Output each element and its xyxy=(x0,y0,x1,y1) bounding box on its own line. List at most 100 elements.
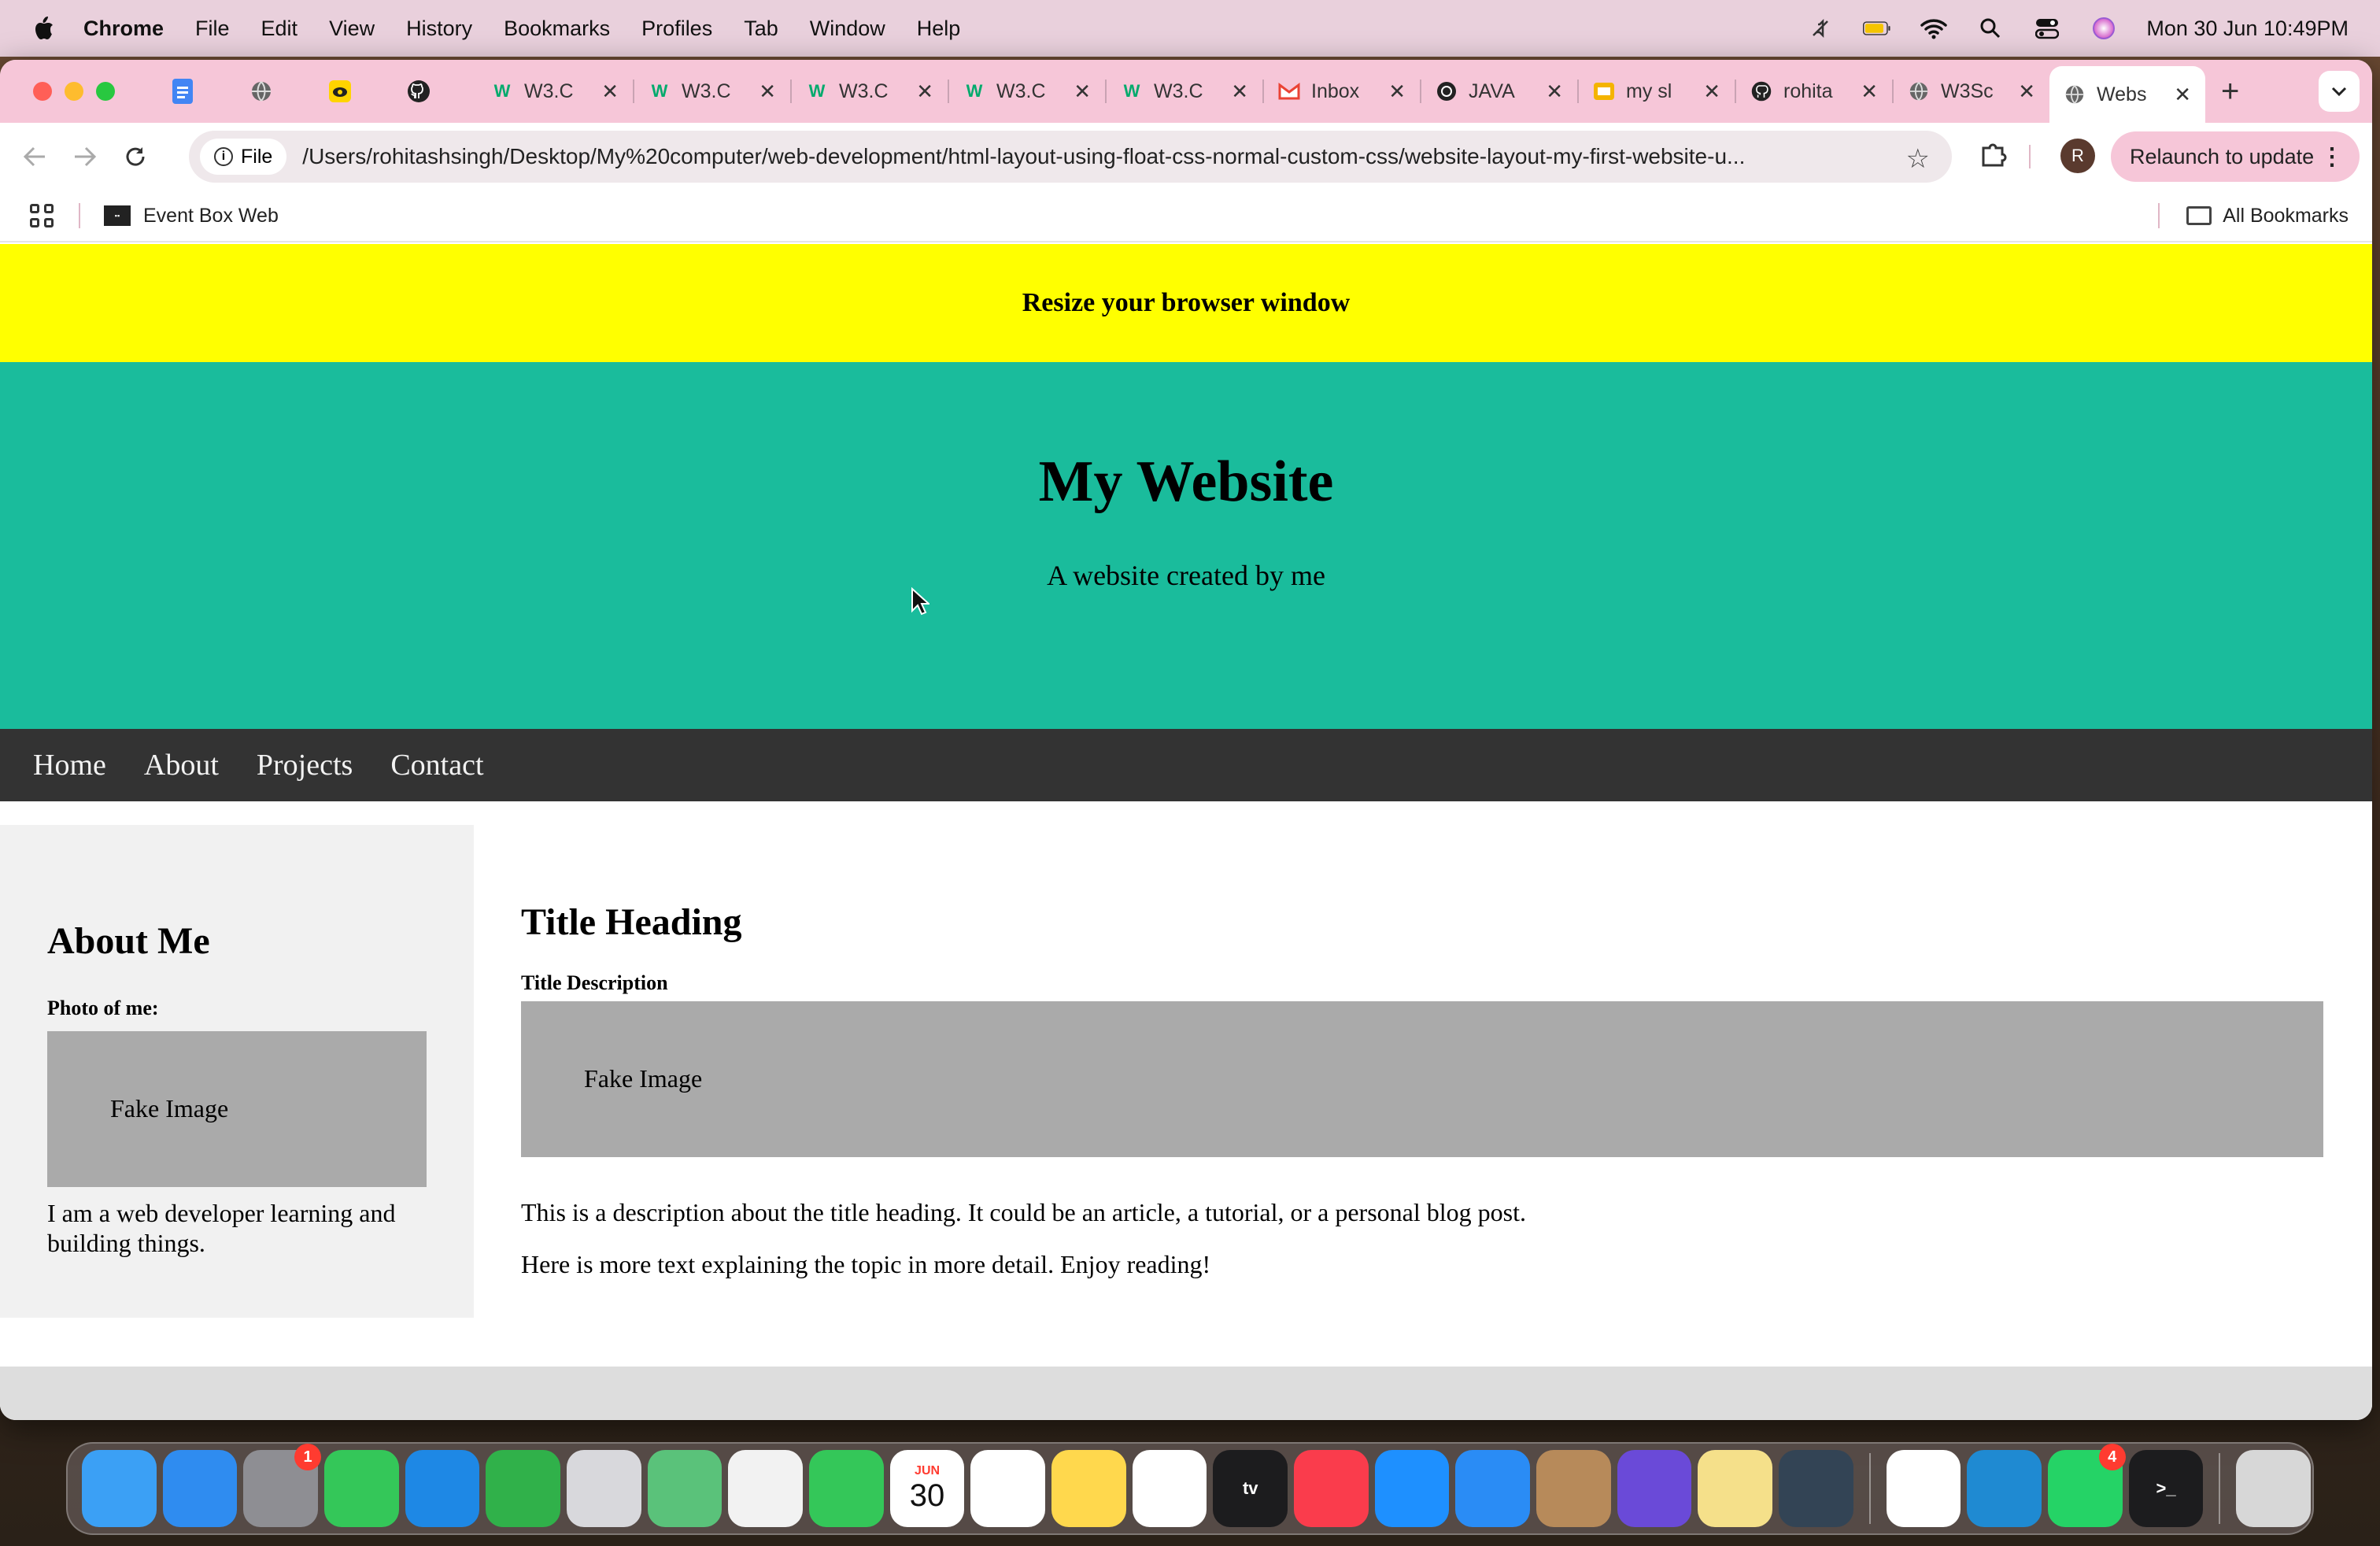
maximize-window-button[interactable] xyxy=(96,82,115,101)
tab-search-chevron-icon[interactable] xyxy=(2319,71,2360,112)
imovie-icon[interactable] xyxy=(1617,1450,1692,1527)
maps-icon[interactable] xyxy=(647,1450,722,1527)
tab-close-icon[interactable]: ✕ xyxy=(1861,80,1878,104)
tab-slides[interactable]: my sl ✕ xyxy=(1579,68,1735,115)
finder-icon[interactable] xyxy=(82,1450,157,1527)
stickies-icon[interactable] xyxy=(1698,1450,1773,1527)
tab-close-icon[interactable]: ✕ xyxy=(2018,80,2035,104)
menu-bookmarks[interactable]: Bookmarks xyxy=(504,17,610,41)
calendar-icon[interactable]: JUN 30 xyxy=(889,1450,965,1527)
tab-close-icon[interactable]: ✕ xyxy=(1231,80,1248,104)
tab-close-icon[interactable]: ✕ xyxy=(1388,80,1406,104)
extensions-puzzle-icon[interactable] xyxy=(1979,140,2007,176)
close-window-button[interactable] xyxy=(33,82,52,101)
tab-website-active[interactable]: Webs ✕ xyxy=(2049,66,2205,123)
mute-icon[interactable] xyxy=(1806,17,1835,40)
reload-icon[interactable] xyxy=(120,141,151,172)
wifi-icon[interactable] xyxy=(1920,17,1948,40)
menu-tab[interactable]: Tab xyxy=(744,17,778,41)
menu-view[interactable]: View xyxy=(329,17,375,41)
siri-icon[interactable] xyxy=(2090,17,2118,40)
bookmark-event-box-web[interactable]: ▪▪ Event Box Web xyxy=(104,205,279,227)
apple-menu-icon[interactable] xyxy=(31,14,55,43)
notes-icon[interactable] xyxy=(1051,1450,1126,1527)
minimize-window-button[interactable] xyxy=(65,82,83,101)
whatsapp-icon[interactable]: 4 xyxy=(2048,1444,2126,1527)
mail-icon[interactable] xyxy=(405,1450,480,1527)
resize-banner: Resize your browser window xyxy=(0,244,2372,362)
tab-close-icon[interactable]: ✕ xyxy=(759,80,776,104)
new-tab-plus-icon[interactable]: + xyxy=(2221,74,2239,109)
tab-java[interactable]: JAVA ✕ xyxy=(1421,68,1577,115)
tab-close-icon[interactable]: ✕ xyxy=(1546,80,1563,104)
photos-icon[interactable] xyxy=(728,1450,804,1527)
tab-w3c-4[interactable]: W W3.C ✕ xyxy=(949,68,1105,115)
all-bookmarks-button[interactable]: All Bookmarks xyxy=(2186,205,2349,227)
music-icon[interactable] xyxy=(1294,1450,1369,1527)
reminders-icon[interactable] xyxy=(970,1450,1046,1527)
spotlight-icon[interactable] xyxy=(1976,17,2005,40)
launchpad-icon[interactable] xyxy=(567,1450,641,1527)
tab-close-icon[interactable]: ✕ xyxy=(916,80,933,104)
menu-edit[interactable]: Edit xyxy=(261,17,298,41)
nav-link-about[interactable]: About xyxy=(144,748,219,782)
more-menu-icon[interactable]: ⋮ xyxy=(2320,143,2344,171)
site-info-chip[interactable]: i File xyxy=(200,139,287,175)
notification-badge: 4 xyxy=(2098,1444,2126,1470)
tab-inbox[interactable]: Inbox ✕ xyxy=(1264,68,1420,115)
site-nav: Home About Projects Contact xyxy=(0,729,2372,801)
facetime-icon[interactable] xyxy=(809,1450,884,1527)
apps-grid-icon[interactable] xyxy=(30,204,54,227)
url-text[interactable]: /Users/rohitashsingh/Desktop/My%20comput… xyxy=(302,144,1868,169)
pinned-tab-extension[interactable] xyxy=(320,71,360,112)
back-arrow-icon[interactable] xyxy=(19,141,50,172)
w3schools-icon: W xyxy=(966,81,983,101)
tab-close-icon[interactable]: ✕ xyxy=(1703,80,1720,104)
control-center-icon[interactable] xyxy=(2033,17,2061,40)
menubar-clock[interactable]: Mon 30 Jun 10:49PM xyxy=(2146,17,2349,41)
address-bar[interactable]: i File /Users/rohitashsingh/Desktop/My%2… xyxy=(189,131,1952,183)
tab-github-rohitash[interactable]: rohita ✕ xyxy=(1736,68,1892,115)
tab-w3c-5[interactable]: W W3.C ✕ xyxy=(1107,68,1262,115)
app-store-icon[interactable] xyxy=(1374,1450,1450,1527)
menu-profiles[interactable]: Profiles xyxy=(641,17,712,41)
profile-avatar[interactable]: R xyxy=(2060,139,2095,173)
system-settings-icon[interactable]: 1 xyxy=(243,1444,322,1527)
bookmark-star-icon[interactable]: ☆ xyxy=(1906,143,1930,175)
tab-w3sc[interactable]: W3Sc ✕ xyxy=(1894,68,2049,115)
trash-icon[interactable] xyxy=(2236,1450,2312,1527)
tab-w3c-3[interactable]: W W3.C ✕ xyxy=(792,68,948,115)
contacts-icon[interactable] xyxy=(1536,1450,1611,1527)
macos-dock: 1 JUN 30 tv 4 >_ xyxy=(66,1442,2314,1535)
freeform-icon[interactable] xyxy=(1132,1450,1207,1527)
battery-icon[interactable] xyxy=(1863,17,1891,40)
tab-close-icon[interactable]: ✕ xyxy=(601,80,619,104)
pinned-tab-github[interactable] xyxy=(398,71,439,112)
forward-arrow-icon[interactable] xyxy=(69,141,101,172)
menu-history[interactable]: History xyxy=(406,17,472,41)
tab-w3c-2[interactable]: W W3.C ✕ xyxy=(634,68,790,115)
tab-close-icon[interactable]: ✕ xyxy=(1074,80,1091,104)
safari-icon[interactable] xyxy=(162,1450,238,1527)
tab-w3c-1[interactable]: W W3.C ✕ xyxy=(477,68,633,115)
site-title: My Website xyxy=(1038,449,1334,514)
pinned-tab-docs[interactable] xyxy=(162,71,203,112)
chrome-icon[interactable] xyxy=(1886,1450,1961,1527)
terminal-icon[interactable]: >_ xyxy=(2128,1450,2204,1527)
apple-tv-icon[interactable]: tv xyxy=(1213,1450,1288,1527)
tab-close-icon[interactable]: ✕ xyxy=(2174,83,2191,107)
vscode-icon[interactable] xyxy=(1967,1450,2042,1527)
menu-help[interactable]: Help xyxy=(917,17,961,41)
keynote-icon[interactable] xyxy=(1455,1450,1531,1527)
quicktime-icon[interactable] xyxy=(1779,1450,1853,1527)
menu-window[interactable]: Window xyxy=(810,17,885,41)
nav-link-home[interactable]: Home xyxy=(33,748,106,782)
pinned-tab-globe[interactable] xyxy=(241,71,282,112)
relaunch-to-update-button[interactable]: Relaunch to update ⋮ xyxy=(2111,131,2360,182)
menu-file[interactable]: File xyxy=(195,17,230,41)
menu-app-name[interactable]: Chrome xyxy=(83,17,164,41)
numbers-icon[interactable] xyxy=(486,1450,561,1527)
nav-link-contact[interactable]: Contact xyxy=(390,748,483,782)
nav-link-projects[interactable]: Projects xyxy=(257,748,353,782)
messages-icon[interactable] xyxy=(324,1450,399,1527)
